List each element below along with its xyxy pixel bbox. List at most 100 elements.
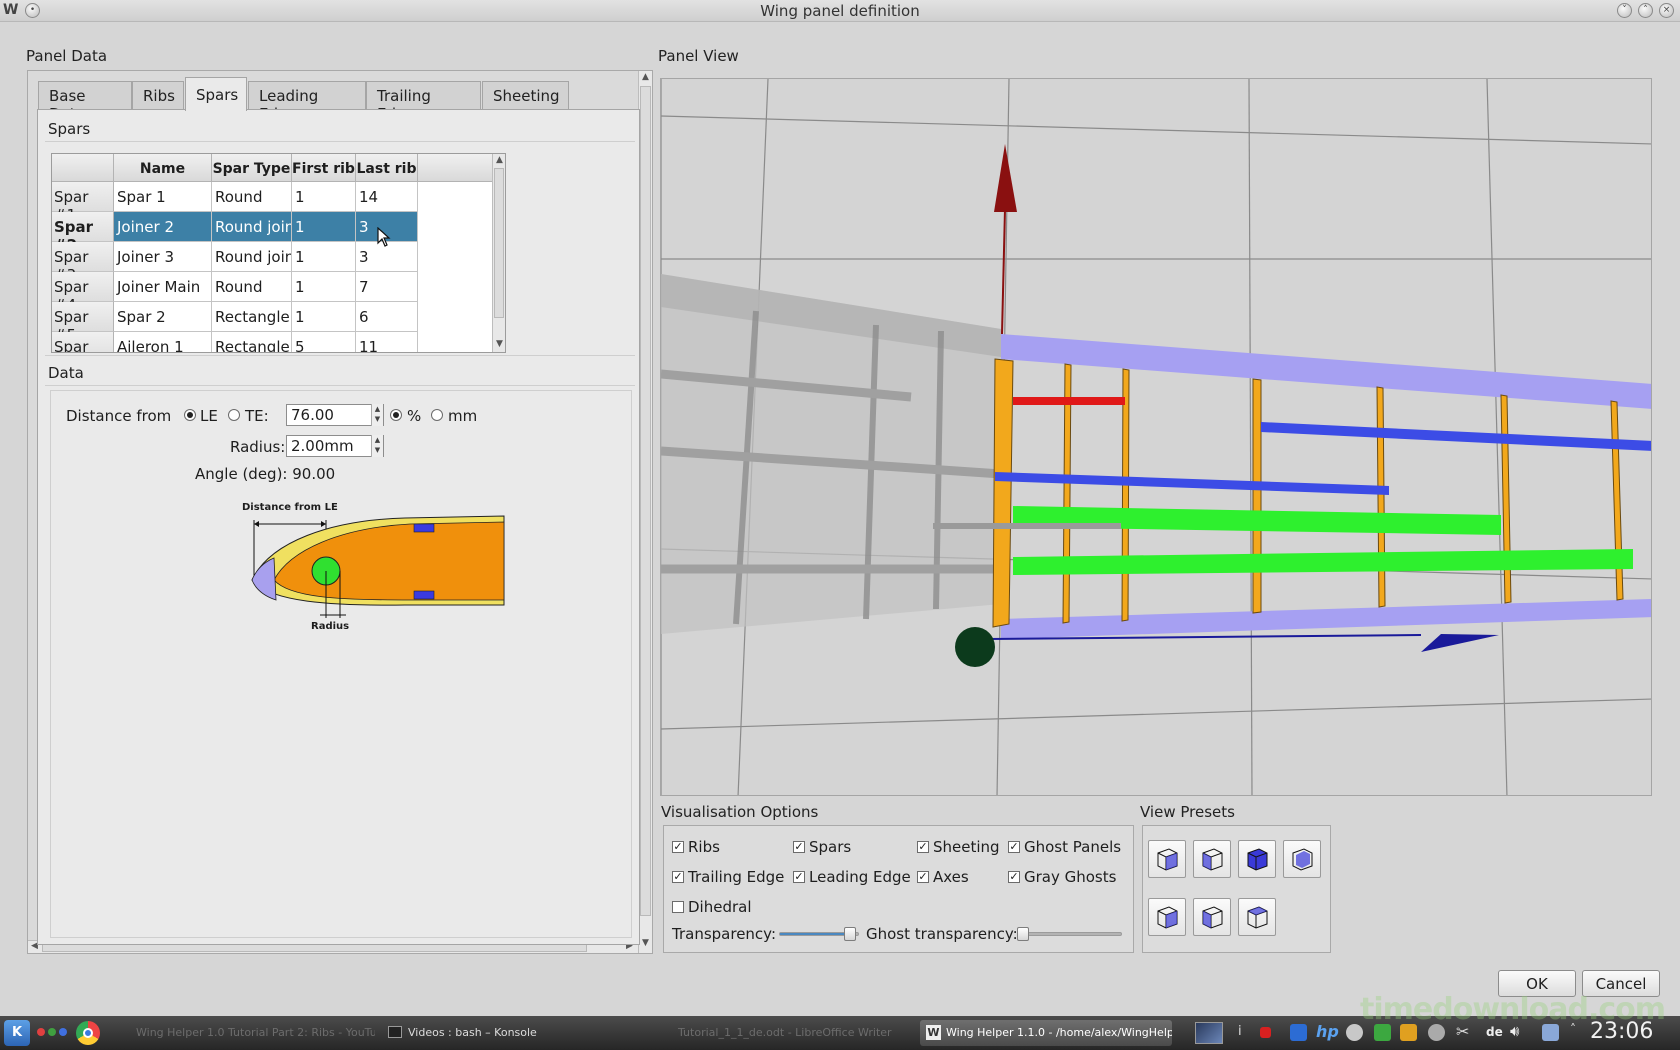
table-cell-type[interactable]: Round joiner [212, 212, 292, 242]
percent-radio[interactable] [390, 409, 402, 421]
table-cell-name[interactable]: Joiner Main [114, 272, 212, 302]
ghost-transparency-slider-handle[interactable] [1017, 927, 1029, 941]
table-cell-type[interactable]: Round joiner [212, 242, 292, 272]
le-radio-label[interactable]: LE [200, 407, 218, 425]
tab-trailing-edge[interactable]: Trailing Edge [366, 81, 481, 123]
table-cell-type[interactable]: Rectangle [212, 332, 292, 352]
column-header-spar-type[interactable]: Spar Type [212, 154, 292, 182]
table-cell-name[interactable]: Aileron 1 [114, 332, 212, 352]
keyboard-layout-indicator[interactable]: de [1486, 1025, 1503, 1039]
table-cell-last-rib[interactable]: 6 [356, 302, 418, 332]
view-preset-button-7[interactable] [1238, 898, 1276, 936]
ghost-panels-checkbox-label[interactable]: Ghost Panels [1024, 838, 1121, 856]
maximize-button[interactable]: ˄ [1638, 3, 1653, 18]
table-cell-type[interactable]: Round [212, 182, 292, 212]
table-cell-first-rib[interactable]: 1 [292, 302, 356, 332]
activities-icon[interactable] [37, 1028, 69, 1038]
column-header-first-rib[interactable]: First rib [292, 154, 356, 182]
tab-ribs[interactable]: Ribs [132, 81, 184, 110]
notification-icon[interactable]: i [1238, 1024, 1242, 1039]
panel-data-vscrollbar[interactable]: ▲ ▼ [638, 71, 652, 953]
wing-3d-render[interactable] [661, 79, 1652, 796]
panel-3d-viewport[interactable] [660, 78, 1652, 796]
table-cell-first-rib[interactable]: 5 [292, 332, 356, 352]
tab-sheeting[interactable]: Sheeting [482, 81, 569, 110]
network-monitor-icon[interactable] [1290, 1024, 1307, 1041]
table-cell-last-rib[interactable]: 11 [356, 332, 418, 352]
table-cell-type[interactable]: Rectangle [212, 302, 292, 332]
close-button[interactable]: × [1659, 3, 1674, 18]
table-cell-last-rib[interactable]: 14 [356, 182, 418, 212]
table-cell-name[interactable]: Joiner 3 [114, 242, 212, 272]
mm-radio-label[interactable]: mm [448, 407, 477, 425]
axes-checkbox-label[interactable]: Axes [933, 868, 969, 886]
row-header[interactable]: Spar #4 [52, 272, 114, 314]
scrollbar-thumb[interactable] [640, 86, 651, 916]
trailing-edge-checkbox[interactable]: ✓ [672, 871, 684, 883]
view-preset-button-4[interactable] [1283, 840, 1321, 878]
task-libreoffice[interactable]: Tutorial_1_1_de.odt - LibreOffice Writer [652, 1020, 912, 1046]
ghost-transparency-slider[interactable] [1017, 932, 1122, 936]
scroll-down-arrow-icon[interactable]: ▼ [639, 937, 652, 950]
table-cell-name[interactable]: Spar 1 [114, 182, 212, 212]
ribs-checkbox[interactable]: ✓ [672, 841, 684, 853]
view-preset-button-2[interactable] [1193, 840, 1231, 878]
transparency-slider-handle[interactable] [843, 927, 856, 941]
gray-ghosts-checkbox-label[interactable]: Gray Ghosts [1024, 868, 1116, 886]
leading-edge-checkbox[interactable]: ✓ [793, 871, 805, 883]
dihedral-checkbox[interactable] [672, 901, 684, 913]
radius-spinner[interactable]: ▲ ▼ [371, 435, 383, 457]
distance-spinner[interactable]: ▲ ▼ [371, 404, 383, 426]
te-radio[interactable] [228, 409, 240, 421]
tab-spars[interactable]: Spars [185, 77, 247, 111]
table-cell-last-rib[interactable]: 7 [356, 272, 418, 302]
ribs-checkbox-label[interactable]: Ribs [688, 838, 720, 856]
table-cell-first-rib[interactable]: 1 [292, 182, 356, 212]
table-cell-name[interactable]: Joiner 2 [114, 212, 212, 242]
distance-input[interactable]: 76.00 ▲ ▼ [286, 404, 384, 426]
table-scrollbar-thumb[interactable] [494, 168, 504, 318]
task-youtube[interactable]: Wing Helper 1.0 Tutorial Part 2: Ribs - … [110, 1020, 375, 1046]
trailing-edge-checkbox-label[interactable]: Trailing Edge [688, 868, 784, 886]
view-preset-button-1[interactable] [1148, 840, 1186, 878]
sheeting-checkbox-label[interactable]: Sheeting [933, 838, 1000, 856]
row-header[interactable]: Spar #1 [52, 182, 114, 224]
task-konsole[interactable]: Videos : bash – Konsole [382, 1020, 637, 1046]
axes-checkbox[interactable]: ✓ [917, 871, 929, 883]
task-wing-helper[interactable]: Wing Helper 1.1.0 - /home/alex/WingHelpe… [920, 1020, 1172, 1046]
spars-checkbox[interactable]: ✓ [793, 841, 805, 853]
percent-radio-label[interactable]: % [407, 407, 421, 425]
scroll-up-arrow-icon[interactable]: ▲ [639, 71, 652, 84]
leading-edge-checkbox-label[interactable]: Leading Edge [809, 868, 911, 886]
table-scroll-down-icon[interactable]: ▼ [493, 338, 505, 351]
mm-radio[interactable] [431, 409, 443, 421]
table-vscrollbar[interactable]: ▲ ▼ [492, 154, 505, 352]
view-preset-button-3[interactable] [1238, 840, 1276, 878]
tab-base-data[interactable]: Base Data [38, 81, 132, 123]
view-preset-button-5[interactable] [1148, 898, 1186, 936]
radius-input[interactable]: 2.00mm ▲ ▼ [286, 435, 384, 457]
hp-icon[interactable]: hp [1316, 1022, 1339, 1041]
row-header[interactable]: Spar #3 [52, 242, 114, 284]
table-cell-first-rib[interactable]: 1 [292, 212, 356, 242]
desktop-pager-icon[interactable] [1195, 1022, 1223, 1044]
column-header-last-rib[interactable]: Last rib [356, 154, 418, 182]
table-cell-name[interactable]: Spar 2 [114, 302, 212, 332]
table-cell-type[interactable]: Round [212, 272, 292, 302]
le-radio[interactable] [184, 409, 196, 421]
spars-checkbox-label[interactable]: Spars [809, 838, 851, 856]
gray-ghosts-checkbox[interactable]: ✓ [1008, 871, 1020, 883]
minimize-button[interactable]: ˅ [1617, 3, 1632, 18]
table-cell-first-rib[interactable]: 1 [292, 272, 356, 302]
row-header[interactable]: Spar #6 [52, 332, 114, 352]
table-scroll-up-icon[interactable]: ▲ [493, 154, 505, 167]
ghost-panels-checkbox[interactable]: ✓ [1008, 841, 1020, 853]
view-preset-button-6[interactable] [1193, 898, 1231, 936]
kde-menu-icon[interactable]: K [4, 1020, 30, 1046]
tab-leading-edge[interactable]: Leading Edge [248, 81, 366, 123]
row-header[interactable]: Spar #5 [52, 302, 114, 344]
sheeting-checkbox[interactable]: ✓ [917, 841, 929, 853]
te-radio-label[interactable]: TE: [245, 407, 269, 425]
row-header-selected[interactable]: Spar #2 [52, 212, 114, 254]
chrome-icon[interactable] [76, 1021, 100, 1045]
